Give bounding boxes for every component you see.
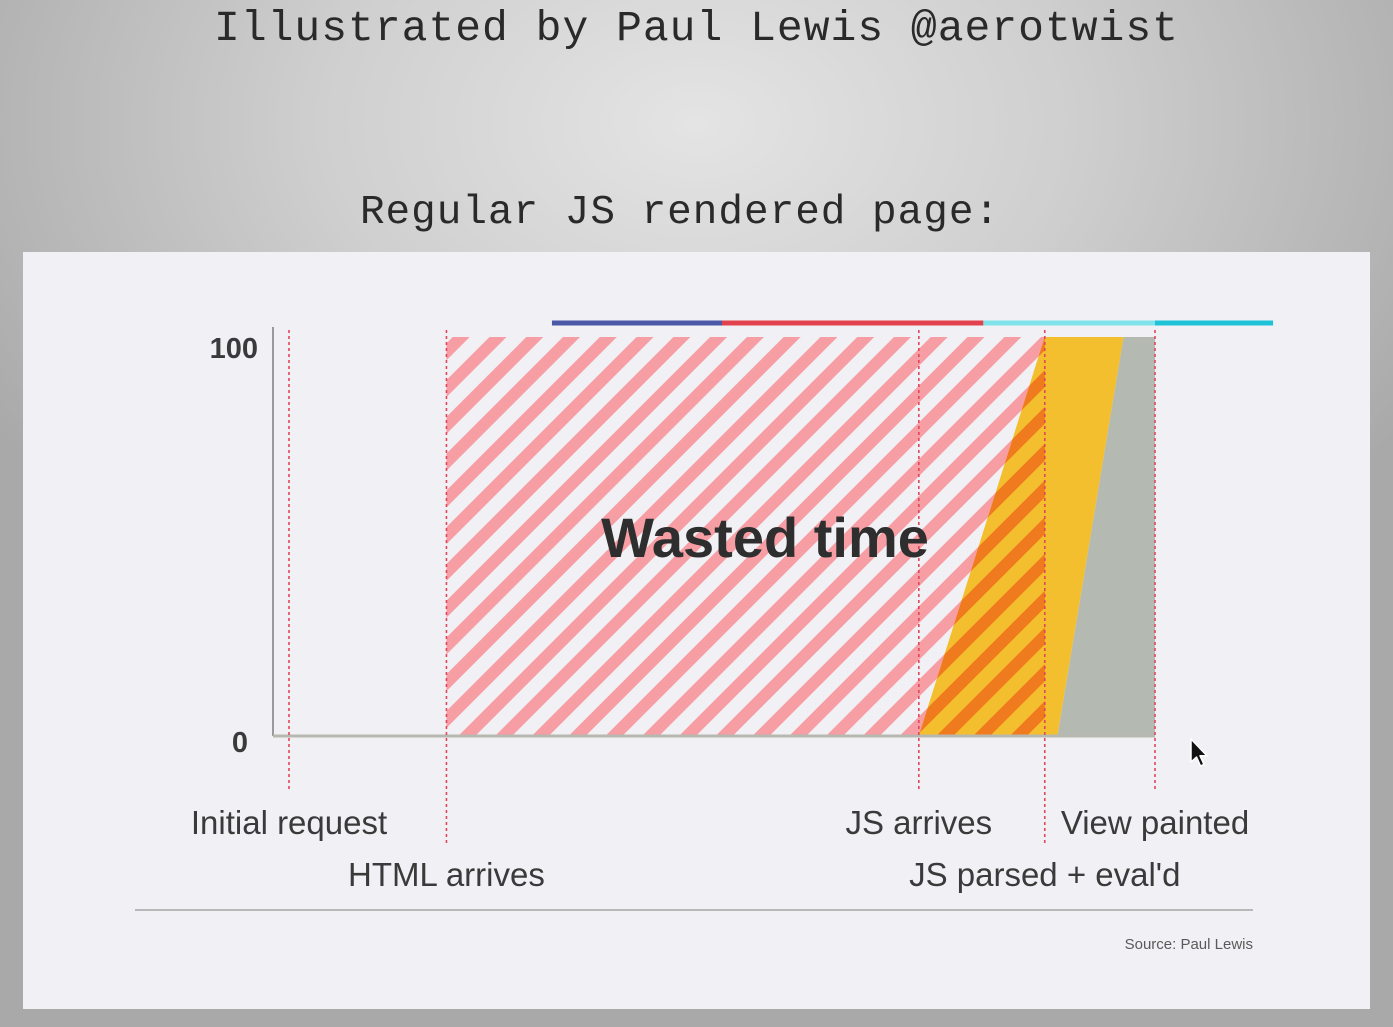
event-label: Initial request xyxy=(191,804,387,841)
top-caption: Illustrated by Paul Lewis @aerotwist xyxy=(214,4,1179,53)
chart-panel: Initial request HTML arrives JS arrives JS … xyxy=(23,252,1370,1009)
event-label: JS parsed + eval'd xyxy=(909,856,1180,893)
source-note: Source: Paul Lewis xyxy=(1125,936,1253,953)
wasted-time-annotation: Wasted time xyxy=(601,506,929,569)
event-label: View painted xyxy=(1061,804,1249,841)
mouse-cursor-icon xyxy=(1190,738,1208,767)
timeline-chart: Initial request HTML arrives JS arrives JS … xyxy=(135,320,1274,953)
y-tick-0: 0 xyxy=(232,727,248,759)
slide-subtitle: Regular JS rendered page: xyxy=(359,190,1001,236)
event-label: JS arrives xyxy=(845,804,992,841)
event-label: HTML arrives xyxy=(348,856,545,893)
y-tick-100: 100 xyxy=(210,333,258,365)
